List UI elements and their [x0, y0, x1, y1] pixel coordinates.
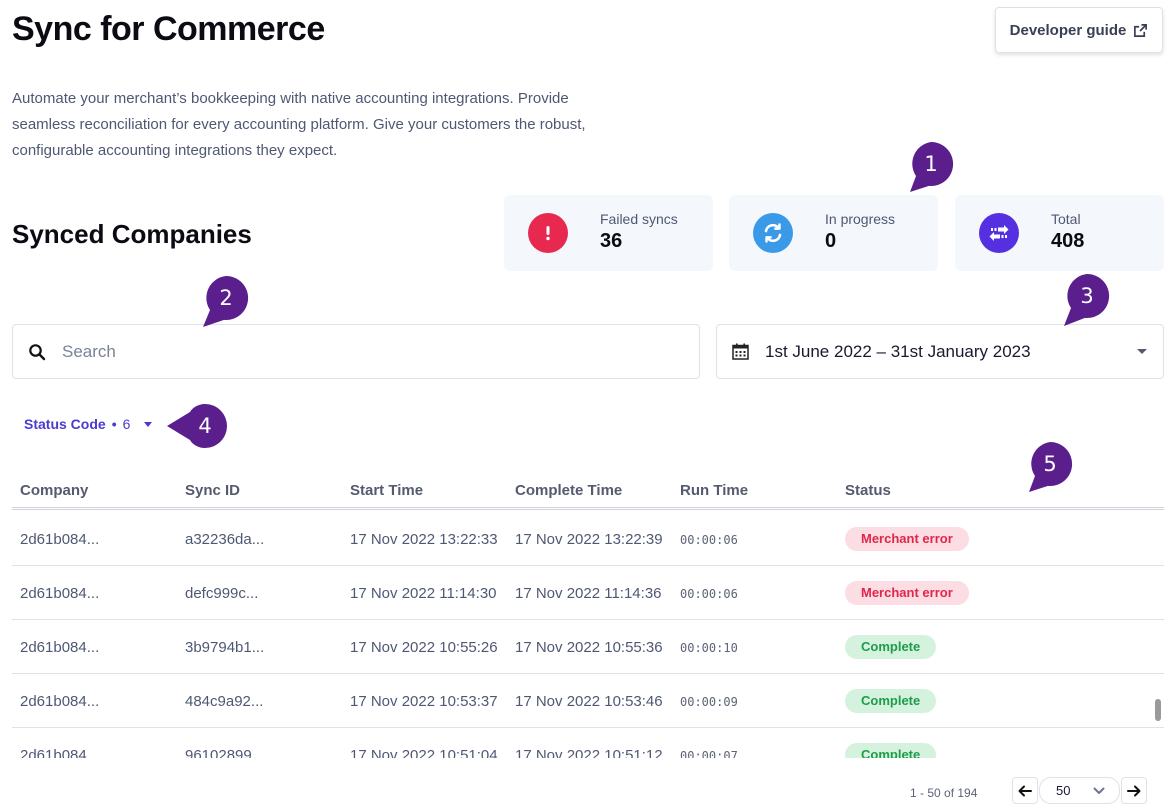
cell-run-time: 00:00:06 [680, 533, 738, 547]
cell-complete-time: 17 Nov 2022 13:22:39 [515, 531, 663, 548]
external-link-icon [1134, 23, 1148, 37]
cell-start-time: 17 Nov 2022 11:14:30 [350, 585, 497, 602]
filter-separator: • [111, 416, 117, 432]
status-badge: Complete [845, 635, 937, 659]
table-row[interactable]: 2d61b084... 96102899... 17 Nov 2022 10:5… [12, 728, 1164, 758]
cell-sync-id: defc999c... [185, 585, 259, 602]
annotation-number: 5 [1043, 452, 1057, 476]
page-size-value: 50 [1056, 783, 1071, 798]
stat-value: 0 [825, 230, 837, 252]
exclamation-icon [528, 213, 568, 253]
cell-complete-time: 17 Nov 2022 10:53:46 [515, 693, 663, 710]
page-size-select[interactable]: 50 [1039, 777, 1120, 804]
cell-company: 2d61b084... [20, 639, 100, 656]
stat-label: Failed syncs [600, 211, 678, 227]
cell-sync-id: 96102899... [185, 747, 265, 758]
cell-company: 2d61b084... [20, 531, 100, 548]
cell-start-time: 17 Nov 2022 13:22:33 [350, 531, 498, 548]
date-range-value: 1st June 2022 – 31st January 2023 [765, 341, 1031, 361]
annotation-marker-5: 5 [1027, 441, 1073, 492]
annotation-number: 4 [198, 414, 212, 438]
cell-complete-time: 17 Nov 2022 10:51:12 [515, 747, 663, 758]
column-header-company[interactable]: Company [20, 482, 88, 499]
table-header: Company Sync ID Start Time Complete Time… [12, 470, 1164, 510]
status-badge: Complete [845, 743, 937, 758]
annotation-marker-3: 3 [1064, 273, 1110, 326]
date-range-select[interactable]: 1st June 2022 – 31st January 2023 [716, 324, 1164, 379]
cell-sync-id: 3b9794b1... [185, 639, 265, 656]
filter-label: Status Code [24, 416, 106, 432]
cell-run-time: 00:00:09 [680, 695, 738, 709]
cell-sync-id: 484c9a92... [185, 693, 264, 710]
annotation-marker-4: 4 [167, 403, 228, 449]
section-title: Synced Companies [12, 219, 252, 249]
developer-guide-label: Developer guide [1009, 21, 1127, 39]
stat-value: 408 [1051, 230, 1085, 252]
cell-complete-time: 17 Nov 2022 11:14:36 [515, 585, 662, 602]
column-header-run-time[interactable]: Run Time [680, 482, 748, 499]
search-icon [29, 343, 46, 360]
table-row[interactable]: 2d61b084... 484c9a92... 17 Nov 2022 10:5… [12, 674, 1164, 728]
annotation-marker-1: 1 [908, 141, 954, 192]
cell-complete-time: 17 Nov 2022 10:55:36 [515, 639, 663, 656]
status-badge: Complete [845, 689, 937, 713]
annotation-number: 2 [219, 286, 233, 310]
table-row[interactable]: 2d61b084... a32236da... 17 Nov 2022 13:2… [12, 512, 1164, 566]
calendar-icon [732, 343, 749, 360]
status-badge: Merchant error [845, 581, 969, 605]
stat-label: In progress [825, 211, 896, 227]
column-header-sync-id[interactable]: Sync ID [185, 482, 240, 499]
cell-run-time: 00:00:10 [680, 641, 738, 655]
prev-page-button[interactable] [1012, 777, 1038, 804]
cell-start-time: 17 Nov 2022 10:51:04 [350, 747, 498, 758]
cell-start-time: 17 Nov 2022 10:55:26 [350, 639, 498, 656]
chevron-down-icon [1093, 787, 1105, 794]
table-row[interactable]: 2d61b084... defc999c... 17 Nov 2022 11:1… [12, 566, 1164, 620]
column-header-start-time[interactable]: Start Time [350, 482, 423, 499]
pagination-range: 1 - 50 of 194 [910, 786, 978, 800]
column-header-status[interactable]: Status [845, 482, 891, 499]
page-title: Sync for Commerce [12, 10, 325, 48]
stat-card-total: Total 408 [955, 195, 1164, 271]
status-code-filter[interactable]: Status Code • 6 [24, 416, 153, 432]
refresh-icon [753, 213, 793, 253]
status-badge: Merchant error [845, 527, 969, 551]
filter-count: 6 [122, 416, 131, 432]
annotation-number: 1 [924, 152, 938, 176]
synced-companies-table: Company Sync ID Start Time Complete Time… [12, 470, 1164, 758]
cell-company: 2d61b084... [20, 693, 100, 710]
chevron-down-icon [1137, 349, 1147, 354]
annotation-marker-2: 2 [203, 275, 249, 327]
cell-company: 2d61b084... [20, 747, 100, 758]
table-body[interactable]: 2d61b084... a32236da... 17 Nov 2022 13:2… [12, 512, 1164, 758]
cell-company: 2d61b084... [20, 585, 100, 602]
table-scrollbar-thumb[interactable] [1155, 699, 1161, 721]
cell-run-time: 00:00:06 [680, 587, 738, 601]
swap-icon [979, 213, 1019, 253]
stat-label: Total [1051, 211, 1081, 227]
cell-sync-id: a32236da... [185, 531, 265, 548]
arrow-right-icon [1127, 785, 1141, 796]
arrow-left-icon [1018, 785, 1032, 796]
next-page-button[interactable] [1121, 777, 1147, 804]
stat-value: 36 [600, 230, 623, 252]
page-description: Automate your merchant’s bookkeeping wit… [12, 90, 586, 159]
annotation-number: 3 [1080, 284, 1094, 308]
stat-card-failed-syncs: Failed syncs 36 [504, 195, 713, 271]
search-field[interactable] [12, 324, 700, 379]
search-input[interactable] [62, 341, 662, 362]
cell-start-time: 17 Nov 2022 10:53:37 [350, 693, 498, 710]
caret-down-icon [144, 421, 153, 427]
developer-guide-button[interactable]: Developer guide [995, 7, 1163, 53]
cell-run-time: 00:00:07 [680, 749, 738, 758]
table-row[interactable]: 2d61b084... 3b9794b1... 17 Nov 2022 10:5… [12, 620, 1164, 674]
column-header-complete-time[interactable]: Complete Time [515, 482, 622, 499]
stat-card-in-progress: In progress 0 [729, 195, 938, 271]
